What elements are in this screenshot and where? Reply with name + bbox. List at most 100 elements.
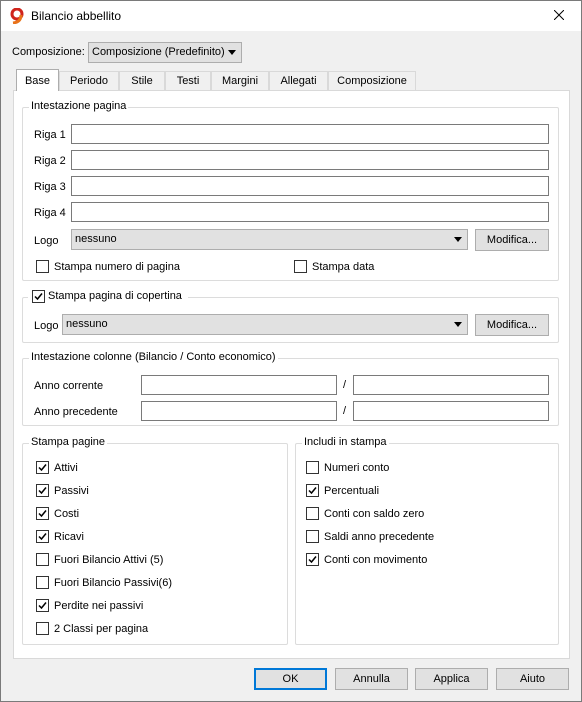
stampa-data-checkbox[interactable] <box>294 260 307 273</box>
stampa-data-label: Stampa data <box>312 261 375 273</box>
button-label: Applica <box>433 673 470 685</box>
stampa-pagine-item-label: Attivi <box>54 462 78 474</box>
tab-label: Stile <box>131 75 153 87</box>
logo-label: Logo <box>34 235 59 247</box>
tab-label: Margini <box>221 75 259 87</box>
chevron-down-icon <box>454 237 462 242</box>
stampa-pagine-checkbox[interactable] <box>36 484 49 497</box>
aiuto-button[interactable]: Aiuto <box>496 668 569 690</box>
tab-panel-base: Intestazione pagina Riga 1 Riga 2 Riga 3… <box>13 90 570 659</box>
button-label: OK <box>282 673 299 685</box>
tab-base[interactable]: Base <box>16 69 59 91</box>
riga-3-label: Riga 3 <box>34 181 66 193</box>
logo-value: nessuno <box>75 233 117 245</box>
tab-margini[interactable]: Margini <box>211 71 269 91</box>
tab-label: Periodo <box>70 75 108 87</box>
riga-3-input[interactable] <box>71 176 549 196</box>
stampa-pagine-checkbox[interactable] <box>36 530 49 543</box>
anno-precedente-input-2[interactable] <box>353 401 549 421</box>
stampa-pagine-checkbox[interactable] <box>36 576 49 589</box>
stampa-numero-label: Stampa numero di pagina <box>54 261 180 273</box>
anno-corrente-label: Anno corrente <box>34 380 104 392</box>
check-icon <box>38 487 47 495</box>
riga-4-label: Riga 4 <box>34 207 66 219</box>
stampa-pagine-item-label: Perdite nei passivi <box>54 600 144 612</box>
includi-item-label: Conti con saldo zero <box>324 508 425 520</box>
button-label: Modifica... <box>486 319 538 331</box>
stampa-pagine-item-label: Ricavi <box>54 531 84 543</box>
stampa-pagine-checkbox[interactable] <box>36 461 49 474</box>
check-icon <box>308 556 317 564</box>
dialog-window: Bilancio abbellito Composizione: Composi… <box>0 0 582 702</box>
riga-2-label: Riga 2 <box>34 155 66 167</box>
riga-1-input[interactable] <box>71 124 549 144</box>
modifica-logo-button[interactable]: Modifica... <box>475 229 549 251</box>
stampa-pagine-checkbox[interactable] <box>36 507 49 520</box>
separator-1: / <box>343 379 347 391</box>
ok-button[interactable]: OK <box>254 668 327 690</box>
copertina-logo-value: nessuno <box>66 318 108 330</box>
stampa-pagine-checkbox[interactable] <box>36 553 49 566</box>
title-bar: Bilancio abbellito <box>1 1 581 31</box>
tab-composizione[interactable]: Composizione <box>328 71 416 91</box>
window-title: Bilancio abbellito <box>31 9 122 23</box>
tab-label: Testi <box>176 75 200 87</box>
tab-periodo[interactable]: Periodo <box>59 71 119 91</box>
copertina-checkbox[interactable] <box>32 290 45 303</box>
chevron-down-icon <box>228 50 236 55</box>
stampa-pagine-item-label: 2 Classi per pagina <box>54 623 149 635</box>
tab-label: Composizione <box>337 75 407 87</box>
stampa-numero-checkbox[interactable] <box>36 260 49 273</box>
colonne-title: Intestazione colonne (Bilancio / Conto e… <box>29 351 278 363</box>
check-icon <box>34 293 43 301</box>
check-icon <box>38 533 47 541</box>
includi-title: Includi in stampa <box>302 436 389 448</box>
check-icon <box>38 464 47 472</box>
annulla-button[interactable]: Annulla <box>335 668 408 690</box>
stampa-pagine-title: Stampa pagine <box>29 436 107 448</box>
copertina-logo-select[interactable]: nessuno <box>62 314 468 335</box>
composizione-select[interactable]: Composizione (Predefinito) <box>88 42 242 63</box>
copertina-title: Stampa pagina di copertina <box>48 290 182 302</box>
includi-checkbox[interactable] <box>306 507 319 520</box>
logo-select[interactable]: nessuno <box>71 229 468 250</box>
includi-checkbox[interactable] <box>306 530 319 543</box>
includi-item-label: Percentuali <box>324 485 380 497</box>
stampa-pagine-checkbox[interactable] <box>36 622 49 635</box>
button-label: Modifica... <box>486 234 538 246</box>
chevron-down-icon <box>454 322 462 327</box>
button-label: Aiuto <box>519 673 546 685</box>
tab-label: Base <box>24 75 51 87</box>
stampa-pagine-item-label: Passivi <box>54 485 89 497</box>
composizione-value: Composizione (Predefinito) <box>92 46 225 58</box>
tab-stile[interactable]: Stile <box>119 71 165 91</box>
applica-button[interactable]: Applica <box>415 668 488 690</box>
riga-1-label: Riga 1 <box>34 129 66 141</box>
tab-testi[interactable]: Testi <box>165 71 211 91</box>
close-icon <box>553 9 565 23</box>
anno-corrente-input-2[interactable] <box>353 375 549 395</box>
button-label: Annulla <box>353 673 390 685</box>
copertina-header: Stampa pagina di copertina <box>28 289 188 305</box>
tab-allegati[interactable]: Allegati <box>269 71 328 91</box>
modifica-copertina-button[interactable]: Modifica... <box>475 314 549 336</box>
includi-checkbox[interactable] <box>306 461 319 474</box>
close-button[interactable] <box>537 1 581 31</box>
riga-2-input[interactable] <box>71 150 549 170</box>
check-icon <box>38 602 47 610</box>
copertina-logo-label: Logo <box>34 320 59 332</box>
includi-checkbox[interactable] <box>306 484 319 497</box>
intestazione-title: Intestazione pagina <box>29 100 129 112</box>
riga-4-input[interactable] <box>71 202 549 222</box>
stampa-pagine-item-label: Fuori Bilancio Attivi (5) <box>54 554 164 566</box>
check-icon <box>38 510 47 518</box>
anno-precedente-label: Anno precedente <box>34 406 118 418</box>
anno-corrente-input-1[interactable] <box>141 375 337 395</box>
includi-checkbox[interactable] <box>306 553 319 566</box>
anno-precedente-input-1[interactable] <box>141 401 337 421</box>
stampa-pagine-item-label: Fuori Bilancio Passivi(6) <box>54 577 172 589</box>
app-logo-icon <box>9 7 25 25</box>
includi-item-label: Saldi anno precedente <box>324 531 435 543</box>
stampa-pagine-checkbox[interactable] <box>36 599 49 612</box>
includi-item-label: Conti con movimento <box>324 554 428 566</box>
